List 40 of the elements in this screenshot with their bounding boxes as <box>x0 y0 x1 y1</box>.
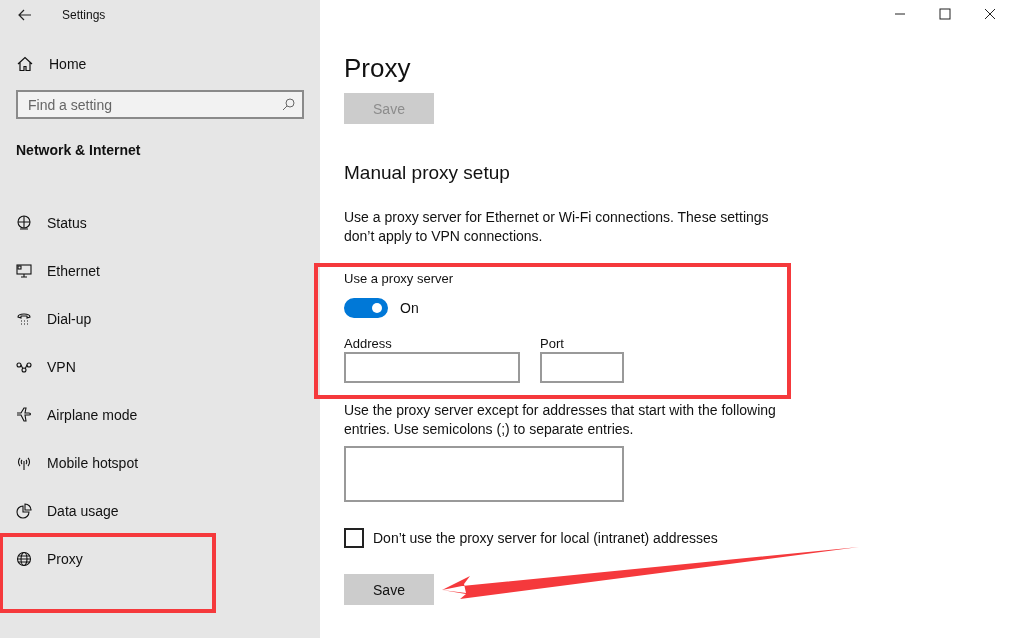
sidebar-item[interactable]: Status <box>0 199 320 247</box>
sidebar-item[interactable]: Data usage <box>0 487 320 535</box>
data-icon <box>16 503 32 519</box>
sidebar-item[interactable]: Airplane mode <box>0 391 320 439</box>
toggle-state: On <box>400 300 419 316</box>
address-label: Address <box>344 336 392 351</box>
vpn-icon <box>16 359 32 375</box>
sidebar-item[interactable]: VPN <box>0 343 320 391</box>
page-title: Proxy <box>344 53 411 84</box>
sidebar-item[interactable]: Proxy <box>0 535 320 583</box>
checkbox-label: Don’t use the proxy server for local (intranet) addresses <box>373 530 718 546</box>
search-icon <box>282 98 295 111</box>
dialup-icon <box>16 311 32 327</box>
address-field[interactable] <box>344 352 520 383</box>
port-label: Port <box>540 336 564 351</box>
toggle-switch[interactable] <box>344 298 388 318</box>
save-button[interactable]: Save <box>344 574 434 605</box>
status-icon <box>16 215 32 231</box>
maximize-icon[interactable] <box>939 8 951 20</box>
window-title: Settings <box>62 8 106 22</box>
globe-icon <box>16 551 32 567</box>
section-heading: Network & Internet <box>16 142 142 158</box>
sidebar-item[interactable]: Mobile hotspot <box>0 439 320 487</box>
home-link[interactable]: Home <box>17 56 87 72</box>
section-heading: Manual proxy setup <box>344 162 510 184</box>
exceptions-field[interactable] <box>344 446 624 502</box>
airplane-icon <box>16 407 32 423</box>
hotspot-icon <box>16 455 32 471</box>
house-icon <box>17 56 33 72</box>
description-text: Use a proxy server for Ethernet or Wi-Fi connections. These settings don’t apply to VPN connections. <box>344 208 770 246</box>
port-field[interactable] <box>540 352 624 383</box>
back-arrow-icon[interactable] <box>18 9 32 21</box>
checkbox[interactable] <box>344 528 364 548</box>
search-field[interactable]: Find a setting <box>16 90 304 119</box>
ethernet-icon <box>16 263 32 279</box>
sidebar-item[interactable]: Dial-up <box>0 295 320 343</box>
exceptions-label: Use the proxy server except for addresses that start with the following entries. Use semicolons (;) to separate entries. <box>344 401 777 439</box>
sidebar-item[interactable]: Ethernet <box>0 247 320 295</box>
close-icon[interactable] <box>984 8 996 20</box>
toggle-label: Use a proxy server <box>344 271 454 286</box>
